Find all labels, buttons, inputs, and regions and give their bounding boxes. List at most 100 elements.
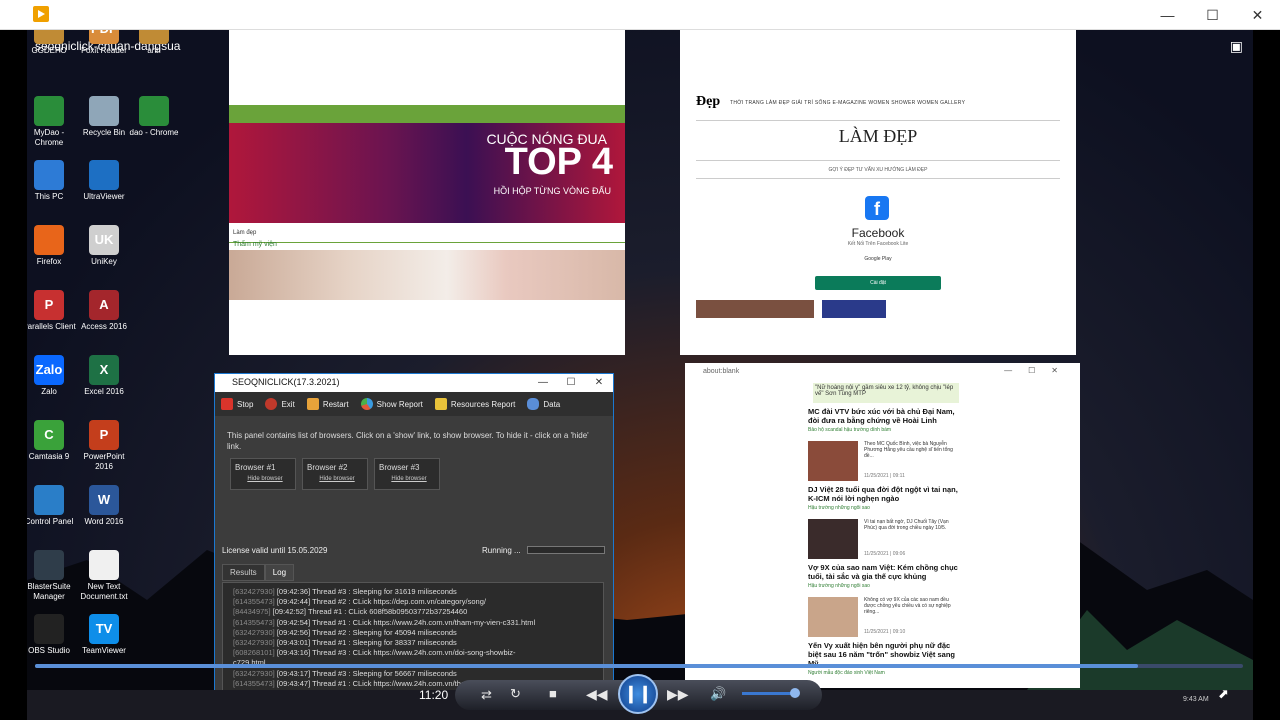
video-frame: seoqniclick-chuan-dangsua ▣ GGDEPOPDFFox… [27,30,1253,720]
article-thumbnail[interactable] [808,441,858,481]
desktop-icon[interactable]: TV TeamViewer [74,614,134,656]
shuffle-icon[interactable]: ⇄ [481,688,492,702]
subsection-link[interactable]: Thẩm mỹ viện [233,241,277,248]
stop-button[interactable]: Stop [221,398,253,410]
desktop-icon[interactable]: anh [124,30,184,56]
site-header [229,105,625,123]
article-thumbnail[interactable] [808,519,858,559]
desktop-icon[interactable]: MyDao - Chrome [27,96,79,148]
playlist-icon[interactable]: ▣ [1230,38,1243,55]
app-icon: C [34,420,64,450]
minimize-button[interactable]: — [1145,0,1190,30]
data-button[interactable]: Data [527,398,560,410]
app-tabs: Results Log [222,564,295,581]
log-message: [09:43:01] Thread #1 : Sleeping for 3833… [276,638,457,648]
browser-card-3[interactable]: Browser #3 Hide browser [374,458,440,490]
info-text: This panel contains list of browsers. Cl… [227,431,589,451]
article-image[interactable] [229,250,625,300]
desktop-icon[interactable]: W Word 2016 [74,485,134,527]
google-play-badge[interactable]: Google Play [680,256,1076,262]
hide-browser-link[interactable]: Hide browser [307,476,367,482]
install-button[interactable]: Cài đặt [815,276,941,290]
desktop-icon-label: UltraViewer [83,192,125,201]
close-button[interactable]: ✕ [1235,0,1280,30]
volume-slider-handle[interactable] [790,688,800,698]
volume-icon[interactable]: 🔊 [710,687,726,701]
app-maximize-button[interactable]: ☐ [557,374,585,392]
article-headline[interactable]: DJ Việt 28 tuổi qua đời đột ngột vì tai … [808,485,958,503]
fullscreen-icon[interactable]: ⬈ [1218,686,1229,702]
desktop-icon[interactable]: This PC [27,160,79,202]
repeat-icon[interactable]: ↻ [510,687,521,701]
desktop-icon[interactable]: New Text Document.txt [74,550,134,602]
desktop-icon[interactable]: C Camtasia 9 [27,420,79,462]
article-category[interactable]: Người mẫu độc đáo xinh Việt Nam [808,670,958,676]
desktop-icon[interactable]: Control Panel [27,485,79,527]
browser-name: Browser #2 [307,463,348,472]
app-minimize-button[interactable]: — [529,374,557,392]
section-bar[interactable]: Làm đẹp [229,227,625,243]
window-controls[interactable]: —☐✕ [1004,366,1074,375]
browser-name: Browser #3 [379,463,420,472]
article-thumbnail[interactable] [808,597,858,637]
desktop-icon[interactable]: Firefox [27,225,79,267]
desktop-icon[interactable]: X Excel 2016 [74,355,134,397]
desktop-icon[interactable]: P Parallels Client [27,290,79,332]
show-report-button[interactable]: Show Report [360,398,423,410]
browser-name: Browser #1 [235,463,276,472]
restart-button[interactable]: Restart [306,398,349,410]
news-article[interactable]: Vợ 9X của sao nam Việt: Kém chồng chục t… [808,563,958,637]
desktop-icon[interactable]: OBS Studio [27,614,79,656]
app-icon [34,160,64,190]
hide-browser-link[interactable]: Hide browser [235,476,295,482]
desktop-icon[interactable]: GGDEPO [27,30,79,56]
app-icon [34,485,64,515]
browser-window-sports[interactable]: CUỘC NÓNG ĐUA TOP 4 HỒI HỘP TỪNG VÒNG ĐẤ… [229,30,625,355]
tab-results[interactable]: Results [222,564,265,581]
rewind-icon[interactable]: ◀◀ [586,687,608,701]
news-article[interactable]: DJ Việt 28 tuổi qua đời đột ngột vì tai … [808,485,958,559]
article-summary: Không có vợ 9X của các sao nam đều được … [864,597,951,615]
app-close-button[interactable]: ✕ [585,374,613,392]
fast-forward-icon[interactable]: ▶▶ [667,687,689,701]
top-note[interactable]: "Nữ hoàng nội y" gầm siêu xe 12 tỷ, khôn… [813,383,959,403]
article-headline[interactable]: Vợ 9X của sao nam Việt: Kém chồng chục t… [808,563,958,581]
article-thumbnail[interactable] [822,300,886,318]
site-logo[interactable]: Đẹp [696,94,720,110]
exit-button[interactable]: Exit [265,398,295,410]
desktop-icon[interactable]: P PowerPoint 2016 [74,420,134,472]
article-category[interactable]: Bảo hộ scandal hậu trường dính bám [808,427,958,433]
stop-icon[interactable]: ■ [549,687,557,701]
desktop-icon[interactable]: dao - Chrome [124,96,184,138]
browser-window-blank[interactable]: about:blank —☐✕ "Nữ hoàng nội y" gầm siê… [685,363,1080,688]
resources-report-button[interactable]: Resources Report [434,398,515,410]
article-thumbnail[interactable] [696,300,814,318]
maximize-button[interactable]: ☐ [1190,0,1235,30]
pause-button[interactable]: ❙❙ [618,674,658,714]
article-category[interactable]: Hậu trường những ngôi sao [808,505,958,511]
status-progress-bar [527,546,605,554]
main-menu[interactable]: THỜI TRANG LÀM ĐẸP GIẢI TRÍ SỐNG E-MAGAZ… [730,100,965,106]
sub-menu[interactable]: GỢI Ý ĐẸP TƯ VẤN XU HƯỚNG LÀM ĐẸP [680,167,1076,173]
desktop-icon-label: This PC [34,192,64,201]
browser-card-1[interactable]: Browser #1 Hide browser [230,458,296,490]
news-article[interactable]: Yến Vy xuất hiện bên người phụ nữ đặc bi… [808,641,958,676]
news-article[interactable]: MC đài VTV bức xúc với bà chủ Đại Nam, đ… [808,407,958,481]
article-category[interactable]: Hậu trường những ngôi sao [808,583,958,589]
desktop-icon[interactable]: UK UniKey [74,225,134,267]
tab-log[interactable]: Log [264,564,295,581]
article-headline[interactable]: MC đài VTV bức xúc với bà chủ Đại Nam, đ… [808,407,958,425]
log-thread-id: [632427930] [233,627,275,637]
hide-browser-link[interactable]: Hide browser [379,476,439,482]
desktop-icon[interactable]: Zalo Zalo [27,355,79,397]
browser-card-2[interactable]: Browser #2 Hide browser [302,458,368,490]
promo-banner[interactable]: CUỘC NÓNG ĐUA TOP 4 HỒI HỘP TỪNG VÒNG ĐẤ… [229,123,625,223]
app-titlebar: SEOQNICLICK(17.3.2021) — ☐ ✕ [215,374,613,392]
browser-window-dep[interactable]: Đẹp THỜI TRANG LÀM ĐẸP GIẢI TRÍ SỐNG E-M… [680,30,1076,355]
seek-bar[interactable] [35,664,1243,668]
restart-icon [306,398,319,410]
log-panel[interactable]: [632427930] [09:42:36] Thread #3 : Sleep… [222,582,604,692]
desktop-icon[interactable]: A Access 2016 [74,290,134,332]
desktop-icon[interactable]: BlasterSuite Manager [27,550,79,602]
desktop-icon[interactable]: UltraViewer [74,160,134,202]
